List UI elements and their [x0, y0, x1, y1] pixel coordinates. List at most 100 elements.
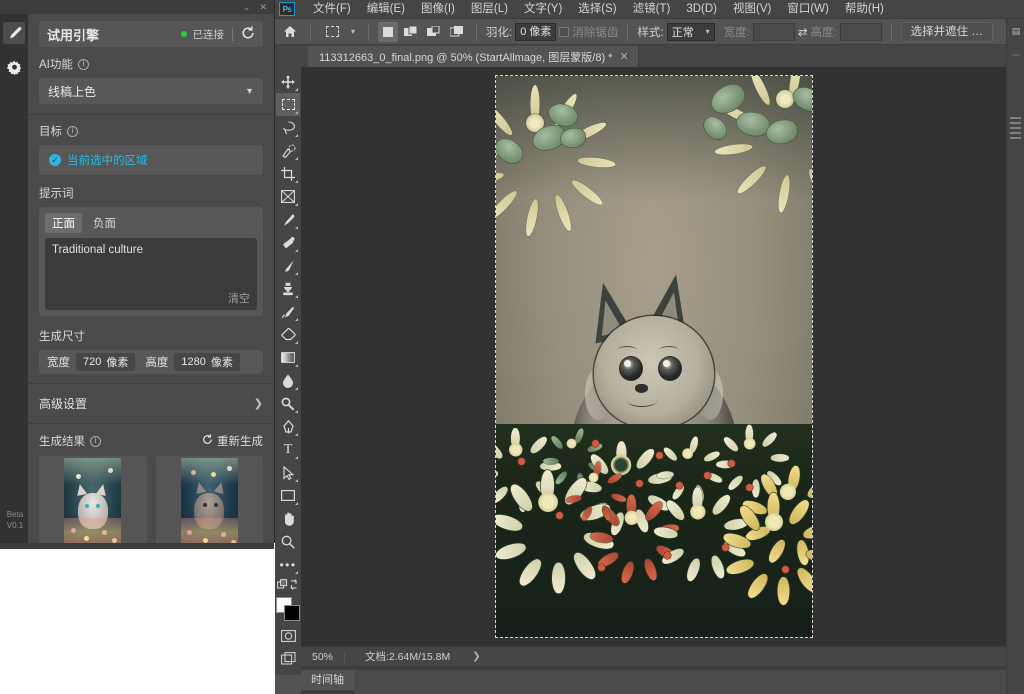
plugin-sidebar-rail: Beta V0.1 — [0, 14, 28, 543]
menu-help[interactable]: 帮助(H) — [837, 0, 892, 19]
clone-stamp-tool[interactable] — [276, 277, 300, 300]
lasso-tool[interactable] — [276, 116, 300, 139]
menu-image[interactable]: 图像(I) — [413, 0, 463, 19]
eyedropper-tool[interactable] — [276, 208, 300, 231]
tab-positive-prompt[interactable]: 正面 — [45, 213, 82, 233]
width-value: 720 — [83, 356, 102, 368]
add-to-selection-icon[interactable] — [401, 22, 421, 42]
menu-view[interactable]: 视图(V) — [725, 0, 779, 19]
chevron-right-icon[interactable]: ❯ — [472, 651, 480, 662]
connection-status-label: 已连接 — [192, 28, 225, 41]
feather-input[interactable]: 0 像素 — [515, 22, 557, 41]
zoom-level[interactable]: 50% — [301, 650, 345, 663]
antialias-checkbox[interactable] — [559, 26, 570, 37]
chevron-right-icon: ❯ — [253, 398, 263, 410]
rectangle-tool[interactable] — [276, 484, 300, 507]
dodge-tool[interactable] — [276, 392, 300, 415]
chevron-down-icon[interactable]: ▾ — [347, 27, 359, 36]
frame-tool[interactable] — [276, 185, 300, 208]
path-selection-tool[interactable] — [276, 461, 300, 484]
antialias-label: 消除锯齿 — [572, 26, 619, 39]
edit-toolbar-button[interactable]: ••• — [276, 553, 300, 576]
move-tool[interactable] — [276, 70, 300, 93]
swap-icon[interactable]: ⇄ — [798, 25, 808, 39]
style-select[interactable]: 正常 ▾ — [666, 22, 715, 41]
document-tab[interactable]: 113312663_0_final.png @ 50% (StartAllmag… — [308, 46, 639, 67]
properties-panel-icon[interactable]: ▤ — [1007, 19, 1024, 43]
document-tab-title: 113312663_0_final.png @ 50% (StartAllmag… — [319, 51, 613, 64]
info-icon[interactable]: i — [67, 125, 78, 137]
artwork-canvas[interactable] — [495, 76, 812, 637]
menu-type[interactable]: 文字(Y) — [516, 0, 570, 19]
zoom-tool[interactable] — [276, 530, 300, 553]
background-color-swatch[interactable] — [284, 605, 300, 621]
home-icon[interactable] — [279, 22, 301, 42]
marquee-tool-icon[interactable] — [320, 22, 344, 42]
quick-mask-mode-button[interactable] — [276, 624, 300, 647]
type-tool[interactable]: T — [276, 438, 300, 461]
close-icon[interactable]: ✕ — [619, 50, 628, 63]
history-brush-tool[interactable] — [276, 300, 300, 323]
quick-selection-tool[interactable] — [276, 139, 300, 162]
subtract-from-selection-icon[interactable] — [424, 22, 444, 42]
gear-icon[interactable] — [3, 56, 25, 78]
engine-bar[interactable]: 试用引擎 已连接 — [39, 21, 263, 47]
brush-tool[interactable] — [276, 254, 300, 277]
pen-icon[interactable] — [3, 22, 25, 44]
thumbnail-image — [180, 458, 238, 543]
close-icon[interactable]: ✕ — [259, 2, 267, 12]
menu-file[interactable]: 文件(F) — [305, 0, 359, 19]
panel-overflow-icon[interactable]: ⋯ — [1007, 43, 1024, 67]
quickmask-swap-icon[interactable] — [276, 576, 300, 594]
ai-function-select[interactable]: 线稿上色 ▼ — [39, 78, 263, 104]
select-and-mask-button[interactable]: 选择并遮住 … — [900, 21, 993, 42]
advanced-settings-row[interactable]: 高级设置 ❯ — [39, 395, 263, 412]
width-input[interactable] — [752, 22, 795, 41]
menu-window[interactable]: 窗口(W) — [779, 0, 837, 19]
blur-tool[interactable] — [276, 369, 300, 392]
screen-root: Ps 文件(F) 编辑(E) 图像(I) 图层(L) 文字(Y) 选择(S) 滤… — [0, 0, 1024, 694]
hand-tool[interactable] — [276, 507, 300, 530]
ai-plugin-panel: ⌄ ✕ Beta V0.1 试用引擎 已连接 AI功能 i 线稿上色 ▼ 目标 … — [0, 0, 275, 549]
spot-healing-brush-tool[interactable] — [276, 231, 300, 254]
intersect-selection-icon[interactable] — [447, 22, 467, 42]
prompt-card: 正面 负面 Traditional culture 清空 — [39, 207, 263, 316]
new-selection-icon[interactable] — [378, 21, 398, 42]
minimize-icon[interactable]: ⌄ — [243, 2, 251, 12]
eraser-tool[interactable] — [276, 323, 300, 346]
menu-select[interactable]: 选择(S) — [570, 0, 624, 19]
height-input[interactable] — [839, 22, 882, 41]
menu-layer[interactable]: 图层(L) — [463, 0, 516, 19]
pen-tool[interactable] — [276, 415, 300, 438]
refresh-icon[interactable] — [241, 26, 255, 43]
result-thumbnail-2[interactable] — [155, 456, 263, 543]
info-icon[interactable]: i — [90, 435, 101, 447]
engine-name: 试用引擎 — [47, 27, 100, 43]
target-value-box[interactable]: ✓ 当前选中的区域 — [39, 145, 263, 175]
section-advanced-settings[interactable]: 高级设置 ❯ — [28, 384, 274, 424]
menu-3d[interactable]: 3D(D) — [678, 0, 725, 19]
dock-grip-handle[interactable] — [1010, 117, 1021, 139]
menu-filter[interactable]: 滤镜(T) — [625, 0, 679, 19]
crop-tool[interactable] — [276, 162, 300, 185]
menu-edit[interactable]: 编辑(E) — [359, 0, 413, 19]
result-thumbnail-1[interactable] — [39, 456, 147, 543]
prompt-textarea[interactable]: Traditional culture 清空 — [45, 238, 257, 310]
rectangular-marquee-tool[interactable] — [276, 93, 300, 116]
color-swatches[interactable] — [276, 597, 300, 621]
screen-mode-button[interactable] — [276, 647, 300, 670]
gradient-tool[interactable] — [276, 346, 300, 369]
canvas-area[interactable] — [301, 67, 1006, 646]
height-label: 高度: — [810, 26, 837, 39]
regenerate-button[interactable]: 重新生成 — [202, 433, 263, 449]
tab-negative-prompt[interactable]: 负面 — [86, 213, 123, 233]
info-icon[interactable]: i — [77, 58, 89, 70]
plugin-version-beta: Beta — [6, 510, 24, 519]
divider — [310, 22, 311, 41]
height-input[interactable]: 1280 像素 — [174, 353, 240, 371]
tab-timeline[interactable]: 时间轴 — [301, 670, 354, 690]
width-input[interactable]: 720 像素 — [76, 353, 136, 371]
divider — [476, 22, 477, 41]
clear-prompt-button[interactable]: 清空 — [228, 290, 250, 306]
feather-label: 羽化: — [486, 26, 513, 39]
